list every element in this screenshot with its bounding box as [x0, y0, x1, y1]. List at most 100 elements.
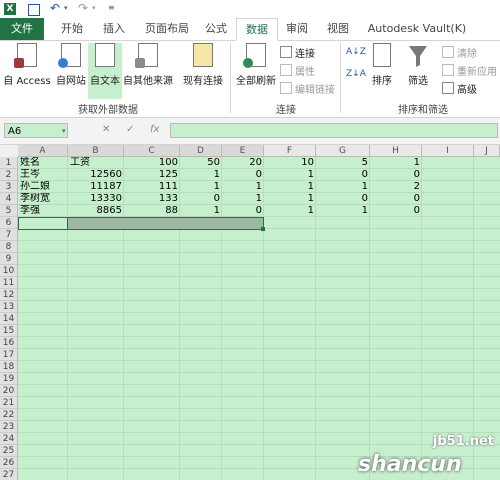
redo-icon[interactable]: ↷ — [78, 1, 90, 15]
cell-D3[interactable]: 1 — [182, 181, 222, 193]
existing-connections-button[interactable]: 现有连接 — [180, 43, 226, 87]
formula-input[interactable] — [170, 123, 498, 138]
tab-formulas[interactable]: 公式 — [198, 18, 234, 40]
cell-E4[interactable]: 1 — [224, 193, 264, 205]
advanced-filter-button[interactable]: 高级 — [442, 81, 477, 96]
cancel-icon[interactable]: ✕ — [102, 124, 110, 135]
column-header[interactable]: E — [222, 145, 264, 157]
column-header[interactable]: B — [68, 145, 124, 157]
cell-D4[interactable]: 0 — [182, 193, 222, 205]
tab-view[interactable]: 视图 — [320, 18, 356, 40]
row-header[interactable]: 20 — [0, 385, 18, 397]
tab-insert[interactable]: 插入 — [94, 18, 134, 40]
from-web-button[interactable]: 自网站 — [54, 43, 88, 87]
cell-A5[interactable]: 李强 — [20, 205, 68, 217]
row-header[interactable]: 24 — [0, 433, 18, 445]
cell-H1[interactable]: 1 — [372, 157, 422, 169]
cell-G4[interactable]: 0 — [318, 193, 370, 205]
column-header[interactable]: J — [474, 145, 500, 157]
row-header[interactable]: 23 — [0, 421, 18, 433]
edit-links-button[interactable]: 编辑链接 — [280, 81, 335, 96]
row-header[interactable]: 16 — [0, 337, 18, 349]
insert-function-icon[interactable]: fx — [150, 124, 159, 135]
properties-button[interactable]: 属性 — [280, 63, 315, 78]
cell-F3[interactable]: 1 — [266, 181, 316, 193]
cell-H5[interactable]: 0 — [372, 205, 422, 217]
excel-app-icon[interactable]: X — [4, 3, 16, 15]
tab-review[interactable]: 审阅 — [280, 18, 314, 40]
refresh-all-button[interactable]: 全部刷新 — [234, 43, 278, 87]
cell-A3[interactable]: 孙二娘 — [20, 181, 68, 193]
cell-B4[interactable]: 13330 — [70, 193, 124, 205]
cell-B5[interactable]: 8865 — [70, 205, 124, 217]
row-header[interactable]: 15 — [0, 325, 18, 337]
name-box[interactable]: A6 — [4, 123, 68, 138]
from-access-button[interactable]: 自 Access — [2, 43, 52, 87]
cell-E5[interactable]: 0 — [224, 205, 264, 217]
cell-C3[interactable]: 111 — [126, 181, 180, 193]
column-header[interactable]: A — [18, 145, 68, 157]
cell-G2[interactable]: 0 — [318, 169, 370, 181]
column-header[interactable]: F — [264, 145, 316, 157]
row-header[interactable]: 8 — [0, 241, 18, 253]
column-header[interactable]: H — [370, 145, 422, 157]
cell-C4[interactable]: 133 — [126, 193, 180, 205]
row-header[interactable]: 9 — [0, 253, 18, 265]
reapply-button[interactable]: 重新应用 — [442, 63, 497, 78]
tab-file[interactable]: 文件 — [0, 18, 44, 40]
filter-button[interactable]: 筛选 — [404, 43, 432, 87]
row-header[interactable]: 26 — [0, 457, 18, 469]
cell-A2[interactable]: 王岑 — [20, 169, 68, 181]
cell-E1[interactable]: 20 — [224, 157, 264, 169]
row-header[interactable]: 11 — [0, 277, 18, 289]
column-header[interactable]: C — [124, 145, 180, 157]
row-header[interactable]: 1 — [0, 157, 18, 169]
customize-toolbar-icon[interactable]: ≡ — [108, 3, 120, 15]
tab-home[interactable]: 开始 — [52, 18, 92, 40]
cell-G1[interactable]: 5 — [318, 157, 370, 169]
tab-data[interactable]: 数据 — [236, 18, 278, 41]
enter-icon[interactable]: ✓ — [126, 124, 134, 135]
column-header[interactable]: I — [422, 145, 474, 157]
undo-dropdown-icon[interactable]: ▾ — [64, 4, 76, 16]
cell-F2[interactable]: 1 — [266, 169, 316, 181]
connections-button[interactable]: 连接 — [280, 45, 315, 60]
row-header[interactable]: 12 — [0, 289, 18, 301]
cell-E3[interactable]: 1 — [224, 181, 264, 193]
cell-B1[interactable]: 工资 — [70, 157, 124, 169]
cell-C2[interactable]: 125 — [126, 169, 180, 181]
cell-B3[interactable]: 11187 — [70, 181, 124, 193]
row-header[interactable]: 6 — [0, 217, 18, 229]
sort-descending-icon[interactable]: Z↓A — [346, 69, 366, 79]
save-icon[interactable] — [28, 4, 40, 16]
name-box-dropdown-icon[interactable]: ▾ — [62, 127, 66, 135]
from-other-sources-button[interactable]: 自其他来源 — [122, 43, 174, 87]
row-header[interactable]: 10 — [0, 265, 18, 277]
tab-page-layout[interactable]: 页面布局 — [138, 18, 196, 40]
row-header[interactable]: 7 — [0, 229, 18, 241]
cell-F5[interactable]: 1 — [266, 205, 316, 217]
undo-icon[interactable]: ↶ — [50, 1, 62, 15]
row-header[interactable]: 5 — [0, 205, 18, 217]
cell-E2[interactable]: 0 — [224, 169, 264, 181]
cell-F1[interactable]: 10 — [266, 157, 316, 169]
row-header[interactable]: 14 — [0, 313, 18, 325]
sort-ascending-icon[interactable]: A↓Z — [346, 47, 366, 57]
row-header[interactable]: 18 — [0, 361, 18, 373]
cell-D2[interactable]: 1 — [182, 169, 222, 181]
row-header[interactable]: 17 — [0, 349, 18, 361]
row-header[interactable]: 21 — [0, 397, 18, 409]
fill-handle[interactable] — [261, 227, 265, 231]
row-header[interactable]: 4 — [0, 193, 18, 205]
cell-A4[interactable]: 李树宽 — [20, 193, 68, 205]
active-cell[interactable] — [18, 217, 68, 230]
cell-H2[interactable]: 0 — [372, 169, 422, 181]
cell-F4[interactable]: 1 — [266, 193, 316, 205]
cell-D1[interactable]: 50 — [182, 157, 222, 169]
row-header[interactable]: 25 — [0, 445, 18, 457]
cell-A1[interactable]: 姓名 — [20, 157, 68, 169]
cell-G5[interactable]: 1 — [318, 205, 370, 217]
row-header[interactable]: 22 — [0, 409, 18, 421]
from-text-button[interactable]: 自文本 — [88, 43, 122, 99]
tab-autodesk-vault[interactable]: Autodesk Vault(K) — [362, 18, 472, 40]
